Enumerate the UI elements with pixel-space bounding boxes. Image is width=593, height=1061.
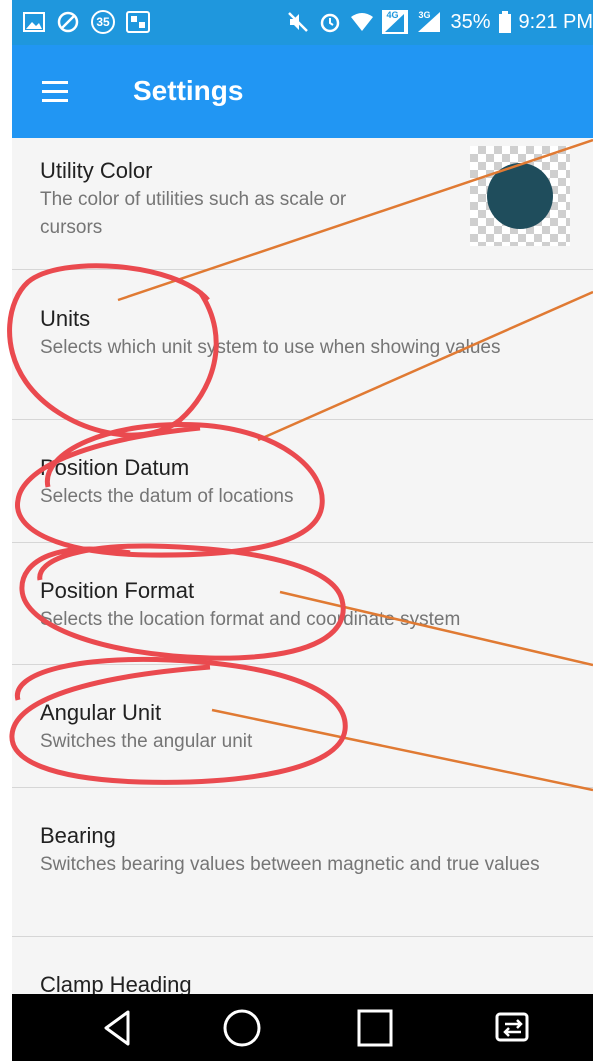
left-edge xyxy=(0,0,12,1061)
signal-4g-icon: 4G xyxy=(382,10,409,34)
setting-title: Angular Unit xyxy=(40,700,162,725)
notification-count-icon: 35 xyxy=(90,10,116,34)
color-preview[interactable] xyxy=(470,146,570,246)
setting-title: Position Datum xyxy=(40,455,190,480)
network-3g-label: 3G xyxy=(418,10,431,20)
settings-list: Utility Color The color of utilities suc… xyxy=(12,138,593,994)
setting-title: Units xyxy=(40,306,91,331)
setting-utility-color[interactable]: Utility Color The color of utilities suc… xyxy=(12,138,593,270)
setting-clamp-heading[interactable]: Clamp Heading xyxy=(12,937,593,994)
setting-bearing[interactable]: Bearing Switches bearing values between … xyxy=(12,788,593,937)
setting-title: Position Format xyxy=(40,578,195,603)
setting-subtitle: Selects which unit system to use when sh… xyxy=(40,337,501,358)
setting-title: Clamp Heading xyxy=(40,972,192,994)
recents-icon[interactable] xyxy=(352,1006,398,1050)
network-4g-label: 4G xyxy=(386,10,399,20)
battery-percent: 35% xyxy=(450,11,491,33)
image-notification-icon xyxy=(22,10,46,34)
hamburger-menu-icon[interactable] xyxy=(38,79,70,105)
setting-subtitle: Selects the location format and coordina… xyxy=(40,609,461,630)
navigation-bar xyxy=(12,994,593,1061)
app-bar: Settings xyxy=(12,45,593,138)
setting-position-datum[interactable]: Position Datum Selects the datum of loca… xyxy=(12,420,593,543)
setting-position-format[interactable]: Position Format Selects the location for… xyxy=(12,543,593,665)
setting-subtitle: Switches the angular unit xyxy=(40,731,253,752)
mute-icon xyxy=(286,10,310,34)
app-notification-icon xyxy=(126,10,150,34)
home-icon[interactable] xyxy=(219,1006,265,1050)
setting-subtitle: Switches bearing values between magnetic… xyxy=(40,854,540,875)
setting-title: Utility Color xyxy=(40,158,153,183)
setting-angular-unit[interactable]: Angular Unit Switches the angular unit xyxy=(12,665,593,788)
wifi-icon xyxy=(350,10,374,34)
utility-color-swatch xyxy=(487,163,553,229)
notification-count: 35 xyxy=(96,15,110,29)
back-icon[interactable] xyxy=(96,1006,142,1050)
page-title: Settings xyxy=(133,75,244,106)
clock: 9:21 PM xyxy=(518,11,593,33)
battery-icon xyxy=(498,10,511,34)
alarm-icon xyxy=(318,10,342,34)
setting-subtitle: Selects the datum of locations xyxy=(40,486,294,507)
signal-3g-icon: 3G xyxy=(416,10,442,34)
setting-subtitle: The color of utilities such as scale or … xyxy=(40,189,347,238)
switch-app-icon[interactable] xyxy=(490,1006,536,1050)
setting-title: Bearing xyxy=(40,823,116,848)
status-bar: 35 4G 3G 35% 9:21 PM xyxy=(12,0,593,45)
blocked-icon xyxy=(56,10,80,34)
setting-units[interactable]: Units Selects which unit system to use w… xyxy=(12,270,593,420)
